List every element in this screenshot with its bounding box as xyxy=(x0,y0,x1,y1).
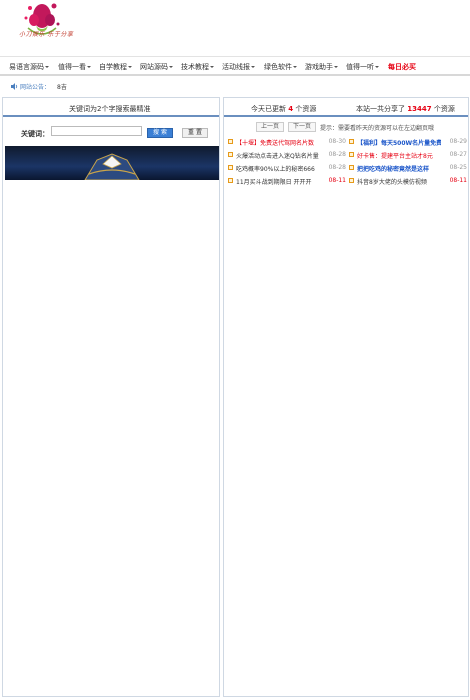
total-count: 13447 xyxy=(407,105,432,113)
resource-title-link[interactable]: 好卡售：提建平台主站才8元 xyxy=(357,151,441,160)
nav-item-label: 易语言源码 xyxy=(9,63,44,71)
keyword-label: 关键词： xyxy=(21,130,49,138)
resource-date: 08-11 xyxy=(449,177,467,184)
resource-row[interactable]: 11月买斗战到期限日 开开开 08-11 xyxy=(228,175,348,188)
caret-down-icon xyxy=(169,66,173,68)
resource-doc-icon xyxy=(349,152,354,157)
nav-item-5[interactable]: 活动线报 xyxy=(222,62,255,72)
resource-panel: 今天已更新 4 个资源 本站一共分享了 13447 个资源 上一页 下一页 提示… xyxy=(223,97,469,697)
today-count: 4 xyxy=(288,105,294,113)
search-panel: 关键词为2个字搜索最精准 关键词： 搜 索 重 置 xyxy=(2,97,220,697)
next-page-button[interactable]: 下一页 xyxy=(288,122,316,132)
resource-date: 08-30 xyxy=(328,138,346,145)
resource-doc-icon xyxy=(228,165,233,170)
resource-title-link[interactable]: 【福利】每天500W名片量免费 xyxy=(357,138,441,147)
resource-title-link[interactable]: 11月买斗战到期限日 开开开 xyxy=(236,177,320,186)
reset-button[interactable]: 重 置 xyxy=(182,128,208,138)
caret-down-icon xyxy=(293,66,297,68)
announcement-text[interactable]: 8吉 xyxy=(57,82,67,91)
resource-doc-icon xyxy=(228,152,233,157)
caret-down-icon xyxy=(128,66,132,68)
logo-text: 小刀娱乐 乐于分享 xyxy=(19,31,74,38)
nav-item-6[interactable]: 绿色软件 xyxy=(264,62,297,72)
resource-date: 08-25 xyxy=(449,164,467,171)
nav-item-0[interactable]: 易语言源码 xyxy=(9,62,49,72)
resource-row[interactable]: 【十堰】免费送代驾网名片数 08-30 xyxy=(228,136,348,149)
resource-row[interactable]: 把把吃鸡的秘密竟然是这样 08-25 xyxy=(349,162,469,175)
nav-item-label: 活动线报 xyxy=(222,63,250,71)
keyword-input[interactable] xyxy=(51,126,142,136)
nav-item-9[interactable]: 每日必买 xyxy=(388,62,416,72)
resource-date: 08-28 xyxy=(328,151,346,158)
search-button[interactable]: 搜 索 xyxy=(147,128,173,138)
resource-title-link[interactable]: 火爆活动点击进入迷Q钻名片量 xyxy=(236,151,320,160)
prev-page-button[interactable]: 上一页 xyxy=(256,122,284,132)
resource-row[interactable]: 火爆活动点击进入迷Q钻名片量 08-28 xyxy=(228,149,348,162)
resource-title-link[interactable]: 抖音8岁大佬的头模仿视频 xyxy=(357,177,441,186)
nav-item-label: 自学教程 xyxy=(99,63,127,71)
resource-date: 08-28 xyxy=(328,164,346,171)
caret-down-icon xyxy=(210,66,214,68)
resource-row[interactable]: 吃鸡概率90%以上的秘密666 08-28 xyxy=(228,162,348,175)
resource-doc-icon xyxy=(349,139,354,144)
nav-item-3[interactable]: 网站源码 xyxy=(140,62,173,72)
resource-doc-icon xyxy=(228,139,233,144)
nav-item-label: 游戏助手 xyxy=(305,63,333,71)
logo-splash-icon xyxy=(24,3,60,35)
resource-list-right: 【福利】每天500W名片量免费 08-29 好卡售：提建平台主站才8元 08-27 把把… xyxy=(349,136,469,188)
nav-item-label: 每日必买 xyxy=(388,63,416,71)
nav-item-label: 绿色软件 xyxy=(264,63,292,71)
search-panel-header: 关键词为2个字搜索最精准 xyxy=(3,98,219,117)
announcement-bar: 网站公告： 8吉 xyxy=(0,78,470,95)
resource-row[interactable]: 【福利】每天500W名片量免费 08-29 xyxy=(349,136,469,149)
total-share-text: 本站一共分享了 13447 个资源 xyxy=(356,105,455,113)
caret-down-icon xyxy=(375,66,379,68)
caret-down-icon xyxy=(251,66,255,68)
nav-item-7[interactable]: 游戏助手 xyxy=(305,62,338,72)
resource-row[interactable]: 抖音8岁大佬的头模仿视频 08-11 xyxy=(349,175,469,188)
caret-down-icon xyxy=(45,66,49,68)
resource-date: 08-27 xyxy=(449,151,467,158)
main-nav: 易语言源码 值得一看 自学教程 网站源码 技术教程 活动线报 绿色软件 游戏助手 值得一听 每日必… xyxy=(0,56,470,76)
caret-down-icon xyxy=(334,66,338,68)
nav-item-label: 值得一听 xyxy=(346,63,374,71)
site-logo[interactable]: 小刀娱乐 乐于分享 xyxy=(6,0,78,54)
nav-item-8[interactable]: 值得一听 xyxy=(346,62,379,72)
game-banner-image[interactable] xyxy=(5,146,219,180)
nav-item-label: 网站源码 xyxy=(140,63,168,71)
banner-emblem-icon xyxy=(84,153,140,180)
paging-tip: 提示：需要看昨天的资源可以在左边翻页哦 xyxy=(320,125,435,132)
resource-title-link[interactable]: 把把吃鸡的秘密竟然是这样 xyxy=(357,164,441,173)
caret-down-icon xyxy=(87,66,91,68)
resource-date: 08-29 xyxy=(449,138,467,145)
nav-item-4[interactable]: 技术教程 xyxy=(181,62,214,72)
today-update-text: 今天已更新 4 个资源 xyxy=(251,105,317,113)
nav-item-label: 值得一看 xyxy=(58,63,86,71)
search-panel-title: 关键词为2个字搜索最精准 xyxy=(69,105,151,113)
speaker-icon xyxy=(11,83,18,90)
resource-list-left: 【十堰】免费送代驾网名片数 08-30 火爆活动点击进入迷Q钻名片量 08-28 吃鸡概… xyxy=(228,136,348,188)
nav-item-2[interactable]: 自学教程 xyxy=(99,62,132,72)
resource-doc-icon xyxy=(349,165,354,170)
resource-row[interactable]: 好卡售：提建平台主站才8元 08-27 xyxy=(349,149,469,162)
resource-doc-icon xyxy=(228,178,233,183)
nav-item-label: 技术教程 xyxy=(181,63,209,71)
resource-date: 08-11 xyxy=(328,177,346,184)
announcement-label: 网站公告： xyxy=(20,84,51,91)
resource-panel-header: 今天已更新 4 个资源 本站一共分享了 13447 个资源 xyxy=(224,98,468,117)
resource-doc-icon xyxy=(349,178,354,183)
nav-item-1[interactable]: 值得一看 xyxy=(58,62,91,72)
resource-title-link[interactable]: 吃鸡概率90%以上的秘密666 xyxy=(236,164,320,173)
resource-title-link[interactable]: 【十堰】免费送代驾网名片数 xyxy=(236,138,320,147)
